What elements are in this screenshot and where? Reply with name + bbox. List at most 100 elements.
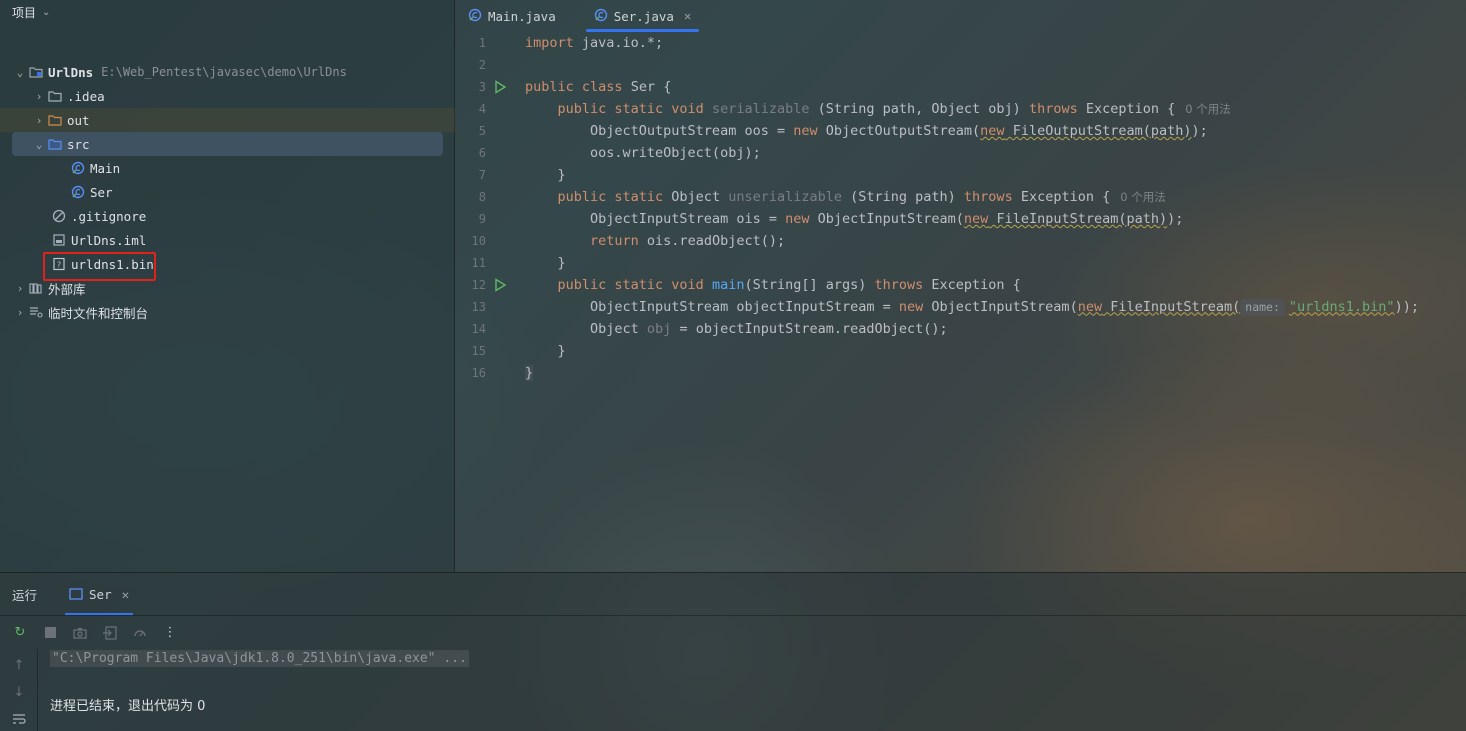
console-command-line[interactable]: "C:\Program Files\Java\jdk1.8.0_251\bin\…: [50, 650, 469, 667]
code-token: "urldns1.bin": [1288, 298, 1395, 315]
tree-item-ser[interactable]: Ser: [70, 180, 113, 204]
code-token: throws: [1020, 101, 1078, 117]
project-panel-header[interactable]: 项目 ⌄: [0, 0, 454, 24]
code-line: 1 import java.io.*;: [456, 32, 1466, 54]
code-line: 13 ObjectInputStream objectInputStream =…: [456, 296, 1466, 318]
code-token: public static void: [525, 277, 704, 293]
code-token: return: [525, 233, 639, 249]
code-editor[interactable]: 1 import java.io.*; 2 3 public class Ser…: [456, 32, 1466, 572]
root-name: UrlDns: [48, 64, 94, 80]
line-number: 6: [478, 146, 486, 160]
code-token: }: [525, 255, 566, 271]
code-token: unserializable: [720, 189, 842, 205]
chevron-right-icon[interactable]: ›: [31, 90, 47, 103]
library-icon: [28, 280, 44, 296]
code-token: Object: [663, 189, 721, 205]
tab-main-java[interactable]: Main.java: [456, 0, 568, 32]
line-number: 4: [478, 102, 486, 116]
run-tab-label: Ser: [89, 586, 112, 602]
code-token: ObjectInputStream ois =: [525, 211, 786, 227]
tree-item-gitignore[interactable]: .gitignore: [51, 204, 146, 228]
more-options-icon[interactable]: ⋮: [162, 625, 178, 641]
code-line: 12 public static void main(String[] args…: [456, 274, 1466, 296]
code-token: ObjectOutputStream oos =: [525, 123, 794, 139]
console-exit-message: 进程已结束，退出代码为 0: [50, 699, 206, 714]
tree-item-label: Main: [90, 160, 121, 176]
chevron-right-icon[interactable]: ›: [31, 114, 47, 127]
run-tab-ser[interactable]: Ser ✕: [65, 573, 134, 615]
code-token: main: [703, 277, 745, 293]
code-line: 14 Object obj = objectInputStream.readOb…: [456, 318, 1466, 340]
chevron-down-icon[interactable]: ⌄: [42, 7, 50, 18]
close-icon[interactable]: ✕: [684, 9, 691, 23]
usages-hint[interactable]: 0 个用法: [1120, 190, 1165, 204]
chevron-down-icon[interactable]: ⌄: [31, 138, 47, 151]
tree-item-label: 临时文件和控制台: [48, 305, 149, 321]
line-number: 13: [471, 300, 486, 314]
tree-item-iml[interactable]: UrlDns.iml: [51, 228, 146, 252]
excluded-folder-icon: [47, 112, 63, 128]
tree-item-src[interactable]: ⌄ src: [12, 132, 443, 156]
code-line: 5 ObjectOutputStream oos = new ObjectOut…: [456, 120, 1466, 142]
stop-icon[interactable]: [42, 625, 58, 641]
code-token: new: [963, 211, 989, 227]
profiler-icon[interactable]: [132, 625, 148, 641]
rerun-icon[interactable]: ↻: [12, 625, 28, 641]
code-token: ObjectOutputStream(: [817, 123, 981, 139]
code-token: ois.readObject();: [638, 233, 786, 249]
code-line: 6 oos.writeObject(obj);: [456, 142, 1466, 164]
code-token: public static: [525, 189, 664, 205]
code-line: 11 }: [456, 252, 1466, 274]
chevron-right-icon[interactable]: ›: [12, 306, 28, 319]
soft-wrap-icon[interactable]: [11, 711, 27, 727]
code-token: java.io.*;: [573, 35, 664, 51]
code-token: FileOutputStream(path): [1004, 123, 1192, 139]
code-token: import: [525, 35, 574, 51]
line-number: 8: [478, 190, 486, 204]
java-class-icon: [70, 160, 86, 176]
tree-item-root[interactable]: ⌄ UrlDns E:\Web_Pentest\javasec\demo\Url…: [12, 60, 347, 84]
tree-item-label: Ser: [90, 184, 113, 200]
run-gutter-icon[interactable]: [493, 278, 507, 292]
tree-item-out[interactable]: › out: [0, 108, 455, 132]
project-panel-title: 项目: [12, 5, 37, 20]
import-icon[interactable]: [102, 625, 118, 641]
code-line: 10 return ois.readObject();: [456, 230, 1466, 252]
line-number: 15: [471, 344, 486, 358]
code-token: public: [525, 79, 574, 95]
line-number: 2: [478, 58, 486, 72]
code-token: Object: [525, 321, 647, 337]
chevron-down-icon[interactable]: ⌄: [12, 66, 28, 79]
tab-ser-java[interactable]: Ser.java ✕: [582, 0, 703, 32]
root-path: E:\Web_Pentest\javasec\demo\UrlDns: [101, 65, 347, 79]
tree-item-main[interactable]: Main: [70, 156, 120, 180]
run-panel-title: 运行: [12, 587, 38, 603]
line-number: 1: [478, 36, 486, 50]
line-number: 11: [471, 256, 486, 270]
close-icon[interactable]: ✕: [122, 587, 130, 602]
tree-item-label: UrlDns.iml: [71, 232, 147, 248]
run-gutter-icon[interactable]: [493, 80, 507, 94]
code-token: Ser {: [622, 79, 672, 95]
code-token: obj: [646, 321, 672, 337]
code-token: throws: [866, 277, 924, 293]
code-line: 15 }: [456, 340, 1466, 362]
line-number: 16: [471, 366, 486, 380]
code-line: 4 public static void serializable (Strin…: [456, 98, 1466, 120]
code-token: new: [898, 298, 924, 315]
tree-item-external-libraries[interactable]: › 外部库: [12, 276, 86, 300]
line-number: 12: [471, 278, 486, 292]
usages-hint[interactable]: 0 个用法: [1185, 102, 1230, 116]
chevron-right-icon[interactable]: ›: [12, 282, 28, 295]
tab-label: Main.java: [488, 8, 556, 24]
run-side-toolbar: ↑ ↓: [0, 649, 38, 731]
arrow-down-icon[interactable]: ↓: [11, 684, 27, 700]
code-token: (String path): [842, 189, 956, 205]
camera-icon[interactable]: [72, 625, 88, 641]
run-tool-window: 运行 Ser ✕ ↻ ⋮ ↑ ↓ "C:\Program Files\Java\…: [0, 572, 1466, 731]
arrow-up-icon[interactable]: ↑: [11, 657, 27, 673]
tree-item-idea[interactable]: › .idea: [31, 84, 105, 108]
tree-item-scratches[interactable]: › 临时文件和控制台: [12, 300, 148, 324]
line-number: 5: [478, 124, 486, 138]
console-output[interactable]: "C:\Program Files\Java\jdk1.8.0_251\bin\…: [50, 650, 469, 714]
